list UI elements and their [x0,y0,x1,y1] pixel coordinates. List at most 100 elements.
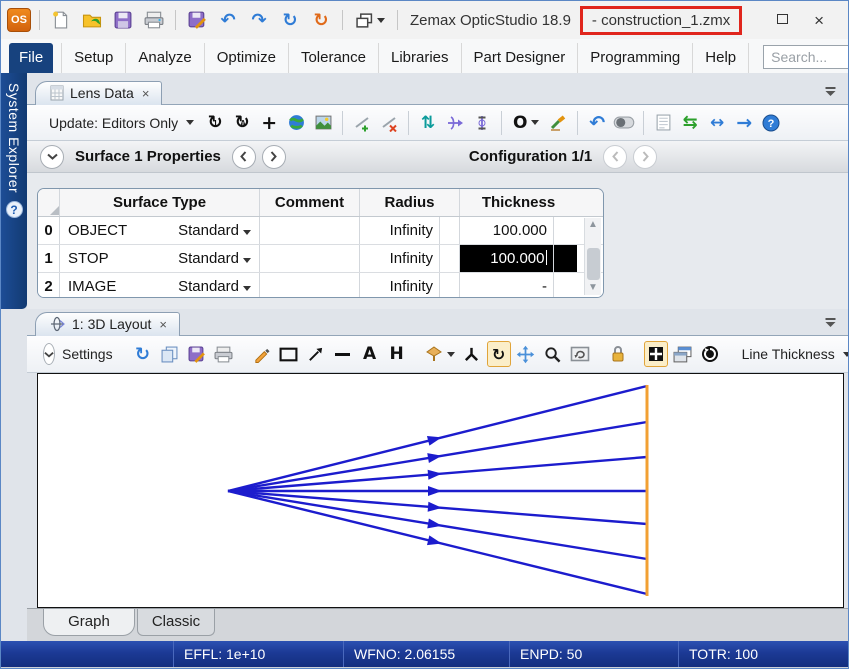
column-header-radius[interactable]: Radius [360,189,460,216]
prev-configuration-button[interactable] [603,145,627,169]
close-tab-icon[interactable]: × [159,317,167,332]
comment-cell[interactable] [260,273,360,298]
join-surfaces-icon[interactable]: ↔ [705,110,729,136]
sync-icon[interactable]: ↻ [277,7,303,33]
delete-surface-icon[interactable] [377,110,401,136]
update-mode-button[interactable]: Update: Editors Only [43,115,200,131]
tab-tolerance[interactable]: Tolerance [289,43,379,73]
rectangle-tool-icon[interactable] [277,341,301,367]
fit-window-icon[interactable] [644,341,668,367]
radius-solve-cell[interactable] [440,273,460,298]
window-menu-icon[interactable] [825,318,836,328]
window-cascade-icon[interactable] [351,7,389,33]
lock-icon[interactable] [606,341,630,367]
record-icon[interactable] [698,341,722,367]
undo-icon[interactable]: ↶ [215,7,241,33]
save-session-icon[interactable] [184,7,210,33]
vertical-scrollbar[interactable]: ▲ ▼ [584,218,601,295]
scroll-down-icon[interactable]: ▼ [588,281,598,295]
tab-setup[interactable]: Setup [61,43,126,73]
opticstudio-logo[interactable]: OS [7,8,31,32]
pencil-tool-icon[interactable] [250,341,274,367]
copy-clipboard-icon[interactable] [158,341,182,367]
arrow-tool-icon[interactable] [304,341,328,367]
scrollbar-thumb[interactable] [587,248,600,280]
row-number[interactable]: 2 [38,273,60,298]
radius-solve-cell[interactable] [440,217,460,244]
column-header-thickness[interactable]: Thickness [460,189,577,216]
update-editors-icon[interactable]: ↻1 [203,110,227,136]
column-header-comment[interactable]: Comment [260,189,360,216]
crosshair-icon[interactable]: + [257,110,281,136]
line-tool-icon[interactable] [331,341,355,367]
settings-label[interactable]: Settings [62,346,113,362]
scroll-up-icon[interactable]: ▲ [588,218,598,232]
next-configuration-button[interactable] [633,145,657,169]
save-file-icon[interactable] [110,7,136,33]
help-icon[interactable]: ? [6,201,23,218]
go-to-surface-icon[interactable]: → [732,110,756,136]
print-icon[interactable] [141,7,167,33]
prev-surface-button[interactable] [232,145,256,169]
thickness-cell-selected[interactable]: 100.000 [460,245,554,272]
open-file-icon[interactable] [79,7,105,33]
tab-libraries[interactable]: Libraries [379,43,462,73]
scene-icon[interactable] [311,110,335,136]
column-header-surface-type[interactable]: Surface Type [60,189,260,216]
maximize-button[interactable] [777,11,788,29]
help-icon[interactable]: ? [759,110,783,136]
surface-type-cell[interactable]: IMAGE Standard [60,273,260,298]
tab-classic[interactable]: Classic [137,609,215,636]
toggle-icon[interactable] [612,110,636,136]
radius-cell[interactable]: Infinity [360,245,440,272]
globe-icon[interactable] [284,110,308,136]
tab-help[interactable]: Help [693,43,749,73]
thickness-cell[interactable]: - [460,273,554,298]
axes-icon[interactable] [460,341,484,367]
redo-icon[interactable]: ↷ [246,7,272,33]
thickness-solve-cell[interactable] [554,273,577,298]
notes-icon[interactable] [651,110,675,136]
tab-part-designer[interactable]: Part Designer [462,43,579,73]
comment-cell[interactable] [260,245,360,272]
tab-analyze[interactable]: Analyze [126,43,204,73]
copy-window-icon[interactable] [671,341,695,367]
radius-cell[interactable]: Infinity [360,217,440,244]
radius-cell[interactable]: Infinity [360,273,440,298]
system-explorer-tab[interactable]: System Explorer ? [1,73,27,309]
rotate-tool-icon[interactable]: ↻ [487,341,511,367]
remove-tool-icon[interactable] [546,110,570,136]
line-thickness-button[interactable]: Line Thickness [736,346,849,362]
next-surface-button[interactable] [262,145,286,169]
pan-tool-icon[interactable] [514,341,538,367]
update-all-icon[interactable]: ↻A [230,110,254,136]
refresh-icon[interactable]: ↻ [131,341,155,367]
reverse-elements-icon[interactable] [443,110,467,136]
tab-lens-data[interactable]: Lens Data × [35,81,162,105]
orient-3d-icon[interactable] [423,341,457,367]
expand-settings-button[interactable] [43,343,55,365]
dimension-tool-icon[interactable]: H [385,341,409,367]
swap-rows-icon[interactable]: ⇆ [678,110,702,136]
surface-type-cell[interactable]: STOP Standard [60,245,260,272]
thickness-solve-cell[interactable] [554,245,577,272]
window-menu-icon[interactable] [825,87,836,97]
tab-file[interactable]: File [9,43,53,73]
text-tool-icon[interactable]: A [358,341,382,367]
radius-solve-cell[interactable] [440,245,460,272]
aperture-stop-icon[interactable] [470,110,494,136]
insert-surface-icon[interactable] [350,110,374,136]
expand-properties-button[interactable] [40,145,64,169]
new-file-icon[interactable] [48,7,74,33]
tab-optimize[interactable]: Optimize [205,43,289,73]
refresh-all-icon[interactable]: ↻ [308,7,334,33]
search-input[interactable] [763,45,849,69]
close-tab-icon[interactable]: × [142,86,150,101]
tab-graph[interactable]: Graph [43,609,135,636]
aperture-icon[interactable]: O [509,110,543,136]
tab-programming[interactable]: Programming [578,43,693,73]
thickness-solve-cell[interactable] [554,217,577,244]
swap-surfaces-icon[interactable]: ⇅ [416,110,440,136]
zoom-tool-icon[interactable] [541,341,565,367]
thickness-cell[interactable]: 100.000 [460,217,554,244]
